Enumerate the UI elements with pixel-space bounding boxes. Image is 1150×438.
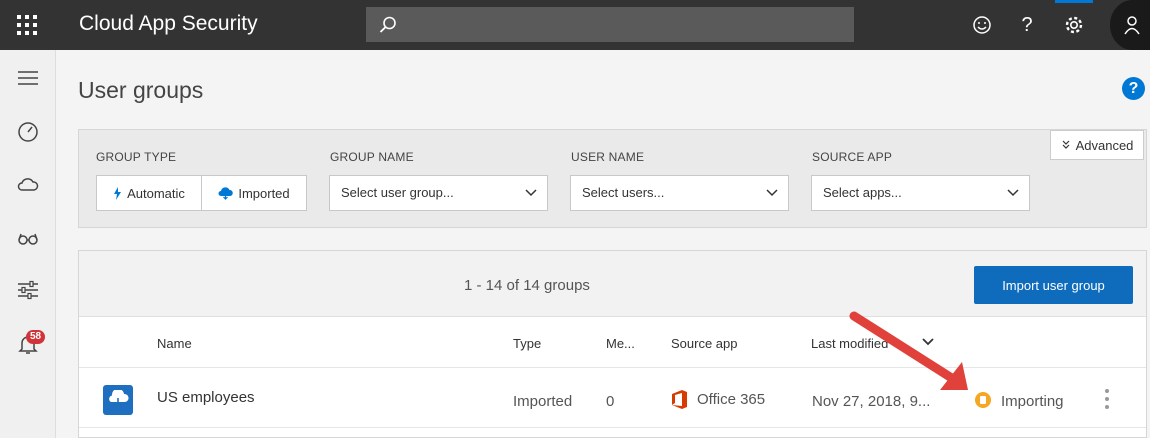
- app-title[interactable]: Cloud App Security: [79, 12, 258, 36]
- column-header-last-modified[interactable]: Last modified: [811, 336, 888, 351]
- office-365-icon: [672, 390, 687, 409]
- user-name-select[interactable]: Select users...: [570, 175, 789, 211]
- search-input[interactable]: [366, 7, 854, 42]
- gear-icon[interactable]: [1061, 12, 1087, 38]
- sliders-icon[interactable]: [16, 278, 40, 302]
- advanced-label: Advanced: [1075, 137, 1134, 153]
- sort-chevron-down-icon[interactable]: [922, 338, 934, 346]
- source-app-cell: Office 365: [697, 391, 766, 408]
- settings-active-indicator: [1055, 0, 1093, 3]
- row-divider: [79, 427, 1146, 428]
- page-help-button[interactable]: ?: [1122, 77, 1145, 100]
- user-avatar[interactable]: [1110, 0, 1150, 50]
- left-sidebar: [0, 50, 56, 438]
- source-app-select[interactable]: Select apps...: [811, 175, 1030, 211]
- column-header-name[interactable]: Name: [157, 336, 192, 351]
- header-divider: [79, 367, 1146, 368]
- group-type-label: GROUP TYPE: [96, 150, 177, 164]
- source-app-placeholder: Select apps...: [823, 185, 902, 200]
- chevron-down-icon: [1007, 189, 1019, 197]
- cloud-icon[interactable]: [16, 172, 40, 196]
- smiley-icon[interactable]: [969, 12, 995, 38]
- members-cell: 0: [606, 393, 615, 410]
- group-name-label: GROUP NAME: [330, 150, 414, 164]
- source-app-label: SOURCE APP: [812, 150, 893, 164]
- advanced-filters-button[interactable]: Advanced: [1050, 130, 1144, 160]
- lightning-icon: [114, 186, 122, 200]
- user-name-placeholder: Select users...: [582, 185, 665, 200]
- apps-waffle-icon[interactable]: [17, 15, 37, 35]
- top-bar: Cloud App Security ?: [0, 0, 1150, 50]
- hourglass-status-icon: [975, 392, 991, 408]
- imported-group-icon: [103, 385, 133, 415]
- search-icon: [379, 16, 396, 33]
- group-type-imported[interactable]: Imported: [201, 176, 306, 210]
- results-count: 1 - 14 of 14 groups: [464, 277, 590, 294]
- double-chevron-down-icon: [1062, 140, 1070, 149]
- last-modified-cell: Nov 27, 2018, 9...: [812, 393, 931, 410]
- column-header-source-app[interactable]: Source app: [671, 336, 738, 351]
- help-icon[interactable]: ?: [1014, 12, 1040, 38]
- status-cell: Importing: [1001, 393, 1064, 410]
- group-name-placeholder: Select user group...: [341, 185, 454, 200]
- group-name-select[interactable]: Select user group...: [329, 175, 548, 211]
- user-name-label: USER NAME: [571, 150, 645, 164]
- automatic-label: Automatic: [127, 185, 185, 201]
- cloud-download-icon: [218, 186, 234, 200]
- group-type-automatic[interactable]: Automatic: [97, 176, 201, 210]
- column-header-members[interactable]: Me...: [606, 336, 635, 351]
- column-header-type[interactable]: Type: [513, 336, 541, 351]
- dashboard-gauge-icon[interactable]: [16, 120, 40, 144]
- page-title: User groups: [78, 77, 204, 103]
- group-type-toggle: Automatic Imported: [96, 175, 307, 211]
- imported-label: Imported: [238, 185, 290, 201]
- glasses-icon[interactable]: [16, 226, 40, 250]
- row-more-actions-icon[interactable]: [1104, 389, 1110, 409]
- chevron-down-icon: [525, 189, 537, 197]
- hamburger-menu-icon[interactable]: [16, 66, 40, 90]
- group-type-cell: Imported: [513, 393, 573, 410]
- user-icon: [1124, 16, 1140, 35]
- group-name-cell[interactable]: US employees: [157, 389, 255, 406]
- alerts-count-badge: 58: [26, 330, 46, 344]
- chevron-down-icon: [766, 189, 778, 197]
- import-user-group-button[interactable]: Import user group: [974, 266, 1133, 304]
